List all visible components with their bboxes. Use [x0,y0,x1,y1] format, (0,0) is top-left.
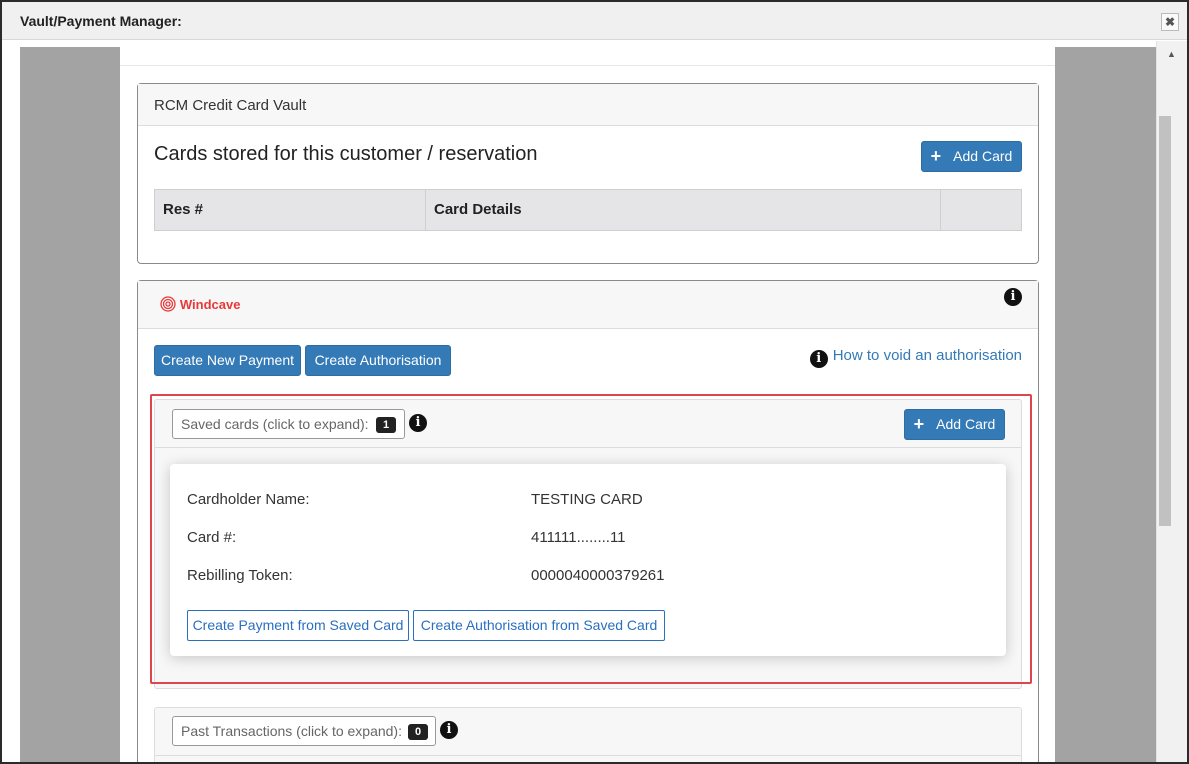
window-title: Vault/Payment Manager: [20,13,182,29]
rcm-add-card-label: Add Card [953,148,1013,164]
info-icon: i [809,350,828,368]
cards-table-header: Res # Card Details [154,189,1022,231]
rcm-vault-card: RCM Credit Card Vault Cards stored for t… [137,83,1039,264]
create-authorisation-button[interactable]: Create Authorisation [305,345,451,376]
column-actions [941,190,949,230]
backdrop-left [20,47,120,762]
plus-icon: + [930,146,942,166]
cards-stored-heading: Cards stored for this customer / reserva… [154,143,538,165]
how-to-void-link[interactable]: i How to void an authorisation [809,347,1022,368]
past-transactions-info-icon[interactable]: i [440,721,458,739]
backdrop-right [1055,47,1156,762]
close-icon[interactable]: ✖ [1161,13,1179,31]
window-titlebar: Vault/Payment Manager: ✖ [2,2,1187,40]
windcave-logo-icon [160,296,176,312]
past-transactions-toggle[interactable]: Past Transactions (click to expand): 0 [172,716,436,746]
vault-payment-manager-window: Vault/Payment Manager: ✖ ▲ RCM Credit Ca… [0,0,1189,764]
windcave-logo-text: Windcave [179,297,241,312]
rcm-vault-title: RCM Credit Card Vault [154,97,307,114]
windcave-logo: Windcave [160,296,240,312]
column-res-number: Res # [163,201,204,218]
scroll-up-icon[interactable]: ▲ [1167,49,1176,59]
past-transactions-count-badge: 0 [408,724,428,740]
windcave-info-icon[interactable]: i [1004,288,1022,306]
windcave-header: Windcave i [138,281,1038,329]
scrollbar-thumb[interactable] [1159,116,1171,526]
create-new-payment-button[interactable]: Create New Payment [154,345,301,376]
rcm-add-card-button[interactable]: + Add Card [921,141,1022,172]
highlight-box [150,394,1032,684]
divider [120,65,1055,66]
vertical-scrollbar[interactable]: ▲ [1156,41,1187,762]
past-transactions-toggle-label: Past Transactions (click to expand): [181,723,402,739]
column-card-details: Card Details [434,201,522,218]
how-to-void-label: How to void an authorisation [832,347,1022,364]
rcm-vault-header: RCM Credit Card Vault [138,84,1038,126]
